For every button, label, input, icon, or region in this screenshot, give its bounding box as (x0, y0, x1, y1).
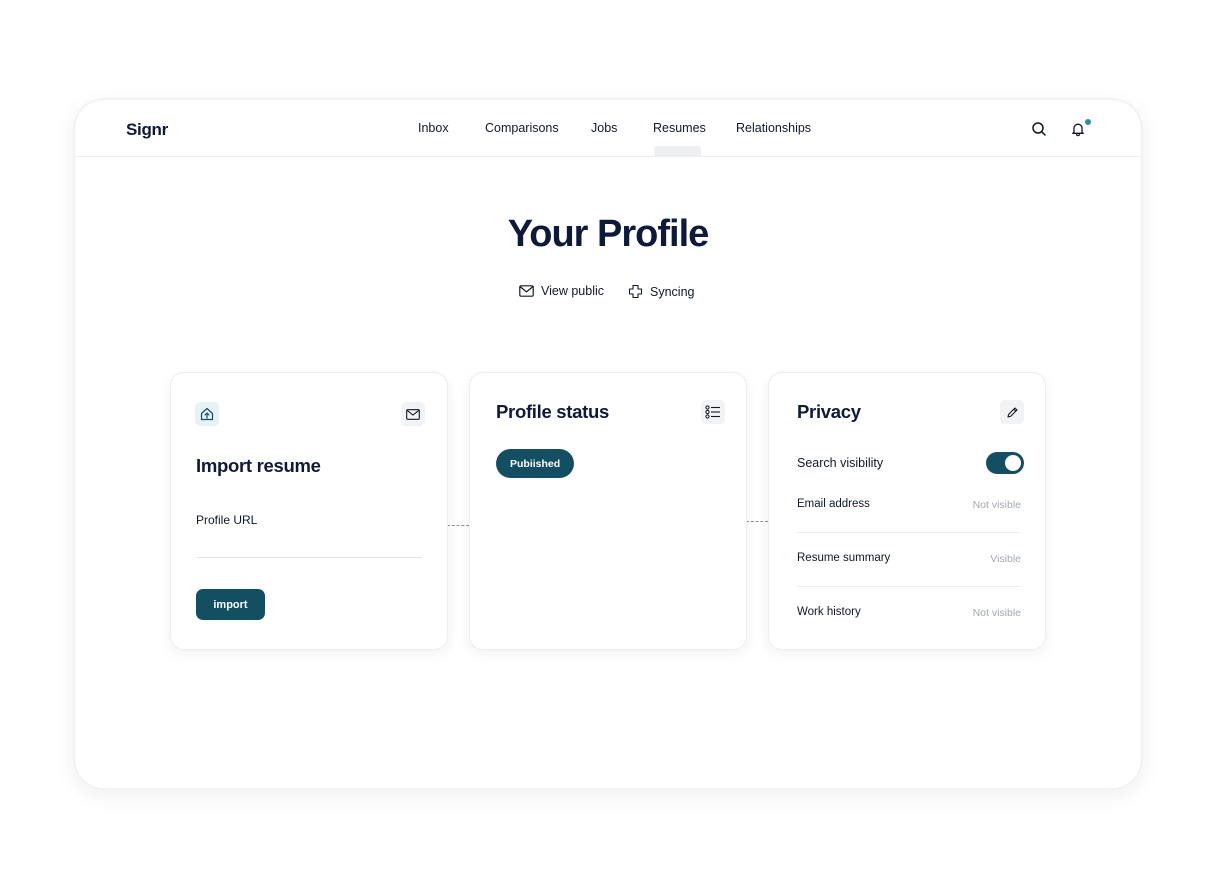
privacy-title: Privacy (797, 401, 861, 422)
privacy-row-value: Not visible (972, 607, 1021, 619)
profile-url-input[interactable] (196, 533, 422, 558)
mail-icon (519, 285, 534, 297)
search-visibility-toggle[interactable] (986, 452, 1024, 474)
privacy-row-resume-summary[interactable]: Resume summary Visible (797, 552, 1021, 572)
pencil-icon (1006, 406, 1018, 418)
nav-item-resumes[interactable]: Resumes (653, 121, 706, 135)
syncing-link[interactable]: Syncing (628, 284, 694, 299)
privacy-row-email[interactable]: Email address Not visible (797, 498, 1021, 518)
profile-status-card: Profile status Pubiished (469, 372, 747, 650)
view-public-link[interactable]: View public (519, 284, 604, 298)
card-mail-button[interactable] (401, 402, 425, 426)
privacy-row-work-history[interactable]: Work history Not visible (797, 606, 1021, 626)
card-connector (746, 521, 768, 522)
import-button[interactable]: import (196, 589, 265, 620)
status-badge[interactable]: Pubiished (496, 449, 575, 478)
card-connector (447, 525, 469, 526)
nav-item-comparisons[interactable]: Comparisons (485, 121, 559, 135)
import-resume-card: Import resume Profile URL import (170, 372, 448, 650)
nav-item-relationships[interactable]: Relationships (736, 121, 811, 135)
row-divider (797, 532, 1021, 533)
privacy-row-label: Email address (797, 498, 870, 510)
privacy-row-label: Work history (797, 606, 861, 618)
bell-icon (1072, 123, 1084, 137)
upload-icon (200, 407, 214, 421)
checklist-icon (705, 405, 720, 419)
privacy-card: Privacy Search visibility Email address … (768, 372, 1046, 650)
profile-actions: View public Syncing (75, 284, 1141, 304)
search-icon (1032, 122, 1046, 136)
page-title: Your Profile (507, 213, 710, 255)
row-divider (797, 586, 1021, 587)
view-public-label: View public (541, 284, 605, 298)
main-nav: Inbox Comparisons Jobs Resumes Relations… (75, 100, 1141, 157)
upload-button[interactable] (195, 402, 219, 426)
notification-badge (1085, 119, 1091, 125)
privacy-row-value: Not visible (972, 499, 1021, 511)
nav-active-indicator (654, 146, 701, 156)
profile-url-label: Profile URL (196, 513, 258, 527)
mail-icon (406, 408, 420, 420)
toggle-knob (1005, 455, 1021, 471)
nav-item-jobs[interactable]: Jobs (591, 121, 617, 135)
import-resume-title: Import resume (196, 455, 321, 476)
privacy-row-label: Resume summary (797, 552, 891, 564)
nav-item-inbox[interactable]: Inbox (418, 121, 449, 135)
syncing-label: Syncing (650, 284, 695, 299)
edit-privacy-button[interactable] (1000, 400, 1024, 424)
search-visibility-label: Search visibility (797, 456, 884, 470)
checklist-button[interactable] (701, 400, 725, 424)
privacy-row-value: Visible (990, 553, 1021, 565)
app-window: Signr Inbox Comparisons Jobs Resumes Rel… (74, 99, 1142, 789)
puzzle-icon (628, 284, 643, 299)
profile-status-title: Profile status (496, 401, 609, 422)
search-button[interactable] (1028, 118, 1050, 140)
top-navigation-bar: Signr Inbox Comparisons Jobs Resumes Rel… (75, 100, 1141, 157)
